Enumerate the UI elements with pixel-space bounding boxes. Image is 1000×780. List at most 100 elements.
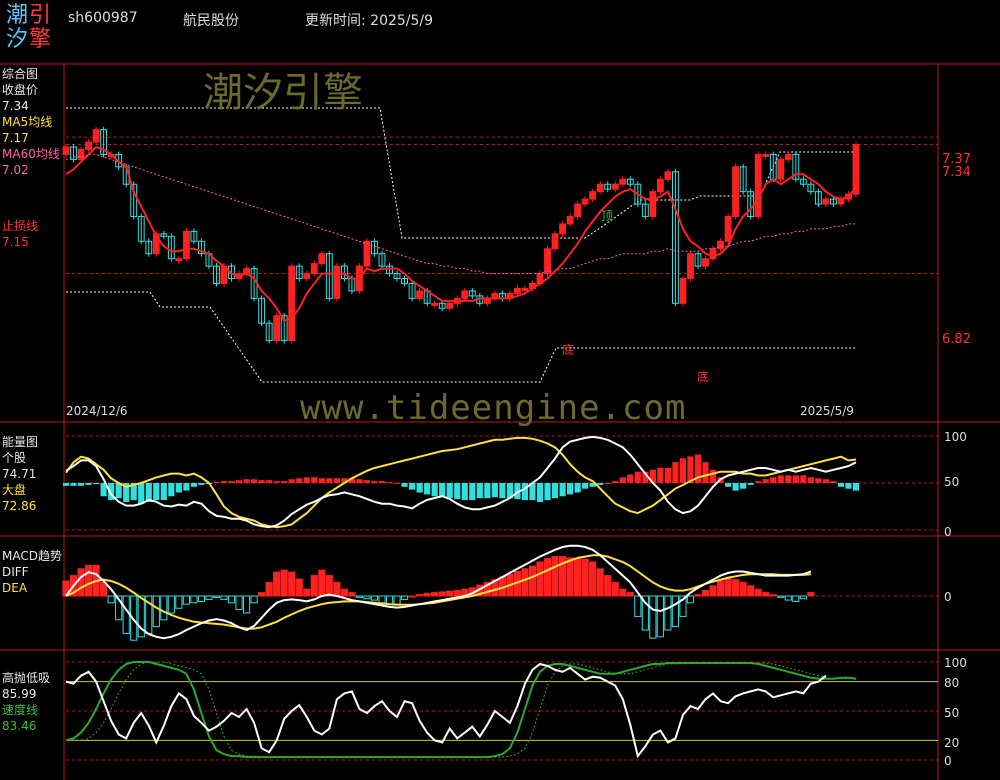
candle xyxy=(784,153,792,160)
macd-bar xyxy=(333,581,341,597)
macd-bar xyxy=(160,595,168,621)
energy-bar xyxy=(770,477,777,483)
candle xyxy=(754,153,762,217)
speed-line xyxy=(65,661,857,759)
macd-bar xyxy=(190,595,198,604)
candle xyxy=(288,265,296,342)
energy-bar xyxy=(446,483,453,499)
macd-bar xyxy=(739,581,747,597)
hilo-tick: 0 xyxy=(944,754,952,768)
candle xyxy=(77,148,85,160)
energy-bar xyxy=(281,481,288,483)
energy-bar xyxy=(318,478,325,483)
stop-value: 7.15 xyxy=(2,235,29,249)
energy-bar xyxy=(536,483,544,502)
level-label: 7.34 xyxy=(942,165,971,180)
energy-bar xyxy=(153,483,160,501)
macd-bar xyxy=(574,558,582,597)
energy-bar xyxy=(409,483,416,490)
macd-bar xyxy=(536,561,544,597)
energy-bar xyxy=(544,483,551,501)
macd-bar xyxy=(280,569,288,597)
macd-bar xyxy=(122,595,130,634)
energy-bar xyxy=(333,478,340,483)
macd-bar xyxy=(250,595,258,604)
candle xyxy=(589,191,597,200)
stop-line-lower xyxy=(66,291,856,383)
candle xyxy=(611,183,619,190)
candle xyxy=(62,146,70,155)
candle xyxy=(664,171,672,180)
energy-bar xyxy=(401,483,408,487)
stop-label: 止损线 xyxy=(2,219,39,233)
candle xyxy=(92,129,100,143)
candle xyxy=(310,263,318,275)
energy-bar xyxy=(634,471,641,483)
macd-bar xyxy=(784,595,792,601)
macd-bar xyxy=(363,595,371,600)
candle xyxy=(687,253,694,280)
energy-bar xyxy=(800,475,807,483)
energy-bar xyxy=(175,483,182,493)
market-value: 72.86 xyxy=(2,499,37,513)
candle xyxy=(461,290,469,299)
hilo-tick: 100 xyxy=(944,656,967,670)
candle xyxy=(762,153,770,157)
ma60-value: 7.02 xyxy=(2,163,29,177)
energy-bar xyxy=(792,475,799,483)
energy-tick: 0 xyxy=(944,525,952,539)
energy-bar xyxy=(228,481,235,483)
macd-bar xyxy=(694,594,702,597)
candle xyxy=(822,198,830,205)
macd-bar xyxy=(732,579,740,597)
watermark-url: www.tideengine.com xyxy=(300,388,687,428)
energy-bar xyxy=(198,483,205,485)
macd-bar xyxy=(769,594,777,597)
candle xyxy=(544,248,551,275)
energy-bar xyxy=(160,483,167,501)
macd-bar xyxy=(724,577,732,597)
macd-bar xyxy=(611,581,619,597)
macd-bar xyxy=(340,588,348,597)
speed-line-lag xyxy=(66,661,857,758)
candle xyxy=(416,290,424,299)
macd-bar xyxy=(273,571,281,597)
energy-bar xyxy=(251,479,258,483)
watermark-cn: 潮汐引擎 xyxy=(203,70,363,116)
macd-bar xyxy=(664,595,672,631)
macd-bar xyxy=(182,595,190,605)
energy-bar xyxy=(424,483,431,495)
date-end: 2025/5/9 xyxy=(800,404,854,418)
macd-bar xyxy=(84,564,93,597)
macd-bar xyxy=(303,588,311,597)
hilo-tick: 50 xyxy=(944,706,960,720)
level-label: 6.82 xyxy=(942,332,971,347)
market-label: 大盘 xyxy=(2,483,27,497)
energy-bar xyxy=(777,475,784,483)
candle xyxy=(717,240,725,250)
bottom-mark: 底 xyxy=(697,370,710,384)
candle xyxy=(431,302,439,306)
macd-bar xyxy=(604,575,612,597)
macd-bar xyxy=(107,595,115,604)
market-energy-line xyxy=(65,436,857,529)
macd-bar xyxy=(634,595,642,617)
energy-bar xyxy=(627,474,634,483)
energy-bar xyxy=(852,483,860,491)
energy-bar xyxy=(679,458,687,483)
energy-bar xyxy=(762,479,769,483)
macd-bar xyxy=(152,595,160,628)
macd-bar xyxy=(348,592,356,597)
energy-bar xyxy=(732,483,739,491)
stock-energy-line xyxy=(65,435,857,529)
energy-bar xyxy=(288,479,295,483)
macd-bar xyxy=(431,592,439,597)
macd-bar xyxy=(528,565,537,597)
macd-bar xyxy=(521,568,529,597)
macd-bar xyxy=(807,592,815,597)
top-mark: 顶 xyxy=(601,209,614,223)
energy-bar xyxy=(702,462,709,483)
macd-bar xyxy=(416,594,424,597)
energy-bar xyxy=(672,462,679,483)
energy-bar xyxy=(597,483,604,485)
